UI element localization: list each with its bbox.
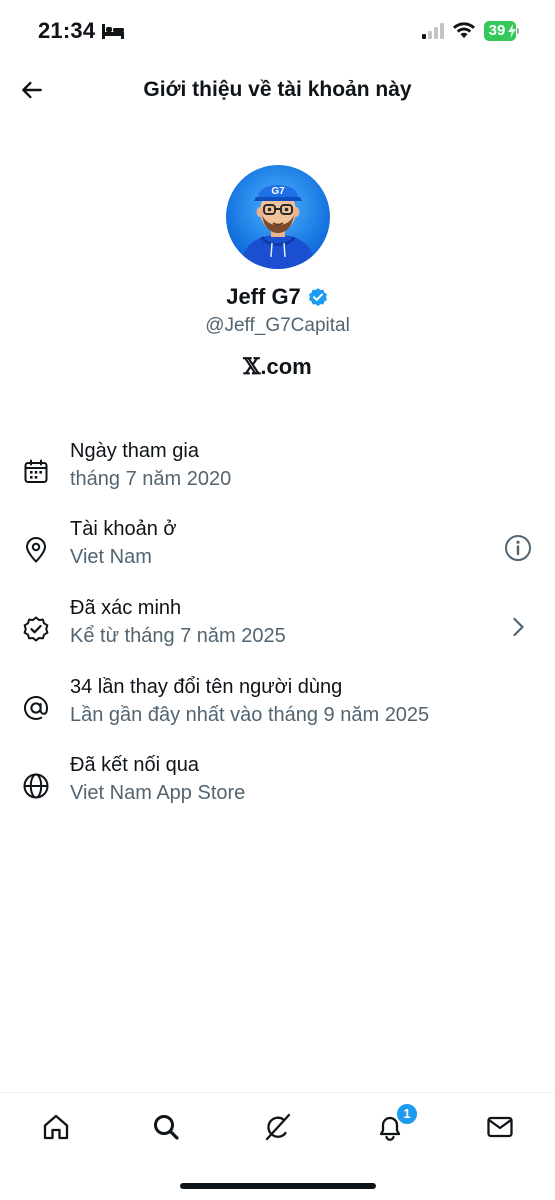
info-title: Đã kết nối qua bbox=[70, 754, 199, 776]
tab-search[interactable] bbox=[148, 1109, 184, 1145]
info-subtitle: Viet Nam bbox=[70, 546, 152, 568]
info-item-connected-via: Đã kết nối qua Viet Nam App Store bbox=[0, 754, 555, 824]
tab-home[interactable] bbox=[38, 1109, 74, 1145]
status-bar: 21:34 39 bbox=[0, 0, 555, 62]
x-logo: 𝕏 bbox=[243, 354, 261, 380]
info-title: Tài khoản ở bbox=[70, 518, 177, 540]
cellular-signal-icon bbox=[422, 23, 444, 39]
location-info-button[interactable] bbox=[502, 532, 534, 564]
avatar-illustration: G7 bbox=[226, 165, 330, 269]
info-item-username-changes: 34 lần thay đổi tên người dùng Lần gần đ… bbox=[0, 676, 555, 746]
info-title: Đã xác minh bbox=[70, 597, 182, 619]
info-item-account-location: Tài khoản ở Viet Nam bbox=[0, 518, 555, 588]
home-indicator bbox=[180, 1183, 376, 1189]
bed-icon bbox=[102, 24, 124, 39]
username-handle: @Jeff_G7Capital bbox=[205, 315, 350, 336]
display-name: Jeff G7 bbox=[226, 284, 301, 309]
wifi-icon bbox=[453, 22, 475, 38]
avatar[interactable]: G7 bbox=[226, 165, 330, 269]
charging-bolt-icon bbox=[508, 24, 516, 38]
status-time: 21:34 bbox=[38, 18, 96, 43]
tab-messages[interactable] bbox=[482, 1109, 518, 1145]
info-item-verified[interactable]: Đã xác minh Kể từ tháng 7 năm 2025 bbox=[0, 597, 555, 667]
verified-badge-icon bbox=[308, 288, 327, 307]
page-title: Giới thiệu về tài khoản này bbox=[143, 78, 412, 101]
info-title: Ngày tham gia bbox=[70, 440, 199, 462]
verified-badge-outline-icon bbox=[23, 616, 49, 642]
info-item-join-date: Ngày tham gia tháng 7 năm 2020 bbox=[0, 440, 555, 510]
info-subtitle: Viet Nam App Store bbox=[70, 782, 246, 804]
tab-grok[interactable] bbox=[260, 1109, 296, 1145]
info-title: 34 lần thay đổi tên người dùng bbox=[70, 676, 343, 698]
calendar-icon bbox=[24, 459, 48, 483]
info-subtitle: Lần gần đây nhất vào tháng 9 năm 2025 bbox=[70, 704, 430, 726]
messages-icon bbox=[487, 1116, 513, 1138]
notification-count-badge: 1 bbox=[396, 1103, 418, 1125]
home-icon bbox=[43, 1114, 69, 1140]
website-link[interactable]: 𝕏.com bbox=[0, 354, 555, 380]
battery-level: 39 bbox=[488, 22, 506, 39]
at-sign-icon bbox=[24, 696, 49, 720]
battery-tip bbox=[517, 28, 519, 34]
website-suffix: .com bbox=[260, 354, 312, 379]
globe-icon bbox=[23, 773, 49, 799]
info-subtitle: tháng 7 năm 2020 bbox=[70, 468, 232, 490]
svg-text:G7: G7 bbox=[271, 186, 285, 197]
display-name-row: Jeff G7 bbox=[0, 284, 555, 310]
info-circle-icon bbox=[505, 535, 531, 561]
battery-indicator: 39 bbox=[484, 21, 519, 41]
search-icon bbox=[154, 1115, 179, 1140]
chevron-right-icon bbox=[513, 617, 524, 637]
verified-details-button[interactable] bbox=[502, 611, 534, 643]
info-subtitle: Kể từ tháng 7 năm 2025 bbox=[70, 625, 286, 647]
location-pin-icon bbox=[26, 537, 46, 563]
grok-icon bbox=[265, 1113, 291, 1141]
header: Giới thiệu về tài khoản này bbox=[0, 62, 555, 118]
